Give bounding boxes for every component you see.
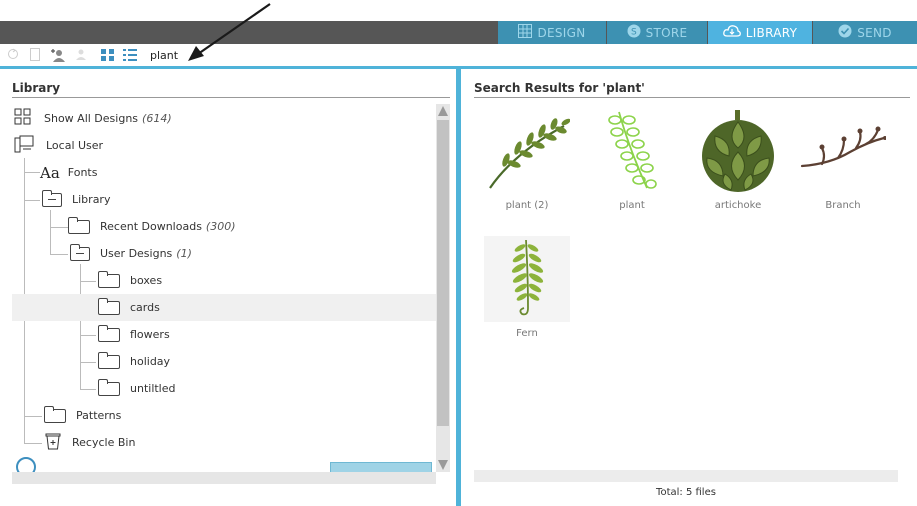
tree-item-label: Local User xyxy=(46,139,104,152)
tree-item-library[interactable]: Library xyxy=(12,186,436,213)
plant-outline-icon xyxy=(608,111,657,189)
tab-store-label: STORE xyxy=(645,25,688,40)
tab-send-label: SEND xyxy=(857,25,892,40)
scroll-up-icon[interactable] xyxy=(438,106,448,116)
folder-open-icon xyxy=(70,243,90,261)
tree-item-recent-downloads[interactable]: Recent Downloads (300) xyxy=(12,213,436,240)
result-thumbnail[interactable] xyxy=(484,108,570,194)
font-aa-icon: Aa xyxy=(40,163,60,182)
result-item-artichoke[interactable]: artichoke xyxy=(695,108,781,211)
cloud-icon xyxy=(722,24,741,41)
library-tree: Show All Designs (614) Local User Aa Fon… xyxy=(12,104,436,472)
folder-icon xyxy=(98,351,120,369)
folder-icon xyxy=(98,270,120,288)
list-view-icon[interactable] xyxy=(122,47,138,63)
tree-item-label: untiltled xyxy=(130,382,176,395)
tab-design-label: DESIGN xyxy=(537,25,586,40)
tree-item-flowers[interactable]: flowers xyxy=(12,321,436,348)
folder-icon xyxy=(98,378,120,396)
branch-leaves-icon xyxy=(489,118,570,189)
show-all-grid-icon xyxy=(14,108,32,129)
panel-divider[interactable] xyxy=(456,69,461,506)
result-name: Fern xyxy=(516,328,538,339)
folder-icon xyxy=(44,405,66,423)
tree-item-boxes[interactable]: boxes xyxy=(12,267,436,294)
result-item-plant[interactable]: plant xyxy=(589,108,675,211)
tree-item-label: holiday xyxy=(130,355,171,368)
library-title-rule xyxy=(12,97,450,98)
tree-item-label: Library xyxy=(72,193,111,206)
trash-icon xyxy=(44,432,62,453)
tree-item-local-user[interactable]: Local User xyxy=(12,132,436,159)
tree-item-label: boxes xyxy=(130,274,163,287)
tree-item-label: Fonts xyxy=(67,166,98,179)
tree-item-count: (614) xyxy=(142,112,172,125)
new-document-icon[interactable] xyxy=(28,48,42,62)
result-item-plant-2[interactable]: plant (2) xyxy=(484,108,570,211)
folder-open-icon xyxy=(42,189,62,207)
tree-item-label: flowers xyxy=(130,328,170,341)
library-scrollbar[interactable] xyxy=(436,104,450,472)
sync-icon[interactable] xyxy=(6,48,20,62)
tree-item-fonts[interactable]: Aa Fonts xyxy=(12,159,436,186)
tree-item-label: cards xyxy=(130,301,160,314)
fern-icon xyxy=(511,239,544,316)
tree-item-cards[interactable]: cards xyxy=(12,294,436,321)
top-bar: DESIGN S STORE LIBRARY SEND xyxy=(0,0,917,44)
computer-icon xyxy=(14,135,34,156)
folder-icon xyxy=(98,297,120,315)
tree-item-patterns[interactable]: Patterns xyxy=(12,402,436,429)
tab-design[interactable]: DESIGN xyxy=(498,21,606,44)
result-item-branch[interactable]: Branch xyxy=(800,108,886,211)
folder-icon xyxy=(68,216,90,234)
search-results-grid: plant (2) plant artichoke Branch Fern xyxy=(474,104,898,470)
user-icon[interactable] xyxy=(74,48,88,62)
results-panel-title: Search Results for 'plant' xyxy=(474,81,645,95)
tree-item-count: (300) xyxy=(205,220,236,233)
tree-item-label: Show All Designs xyxy=(44,112,139,125)
tab-store[interactable]: S STORE xyxy=(607,21,707,44)
artichoke-icon xyxy=(702,110,774,192)
results-horizontal-scroll[interactable] xyxy=(474,470,898,482)
tab-library-label: LIBRARY xyxy=(745,25,798,40)
check-circle-icon xyxy=(838,24,852,41)
scroll-down-icon[interactable] xyxy=(438,460,448,470)
folder-icon xyxy=(98,324,120,342)
tree-item-show-all[interactable]: Show All Designs (614) xyxy=(12,105,436,132)
result-name: plant xyxy=(619,200,645,211)
results-title-rule xyxy=(474,97,910,98)
tree-item-user-designs[interactable]: User Designs (1) xyxy=(12,240,436,267)
result-thumbnail[interactable] xyxy=(589,108,675,194)
results-total: Total: 5 files xyxy=(656,487,716,498)
tree-item-holiday[interactable]: holiday xyxy=(12,348,436,375)
result-thumbnail[interactable] xyxy=(484,236,570,322)
tree-item-label: User Designs xyxy=(100,247,173,260)
result-thumbnail[interactable] xyxy=(800,108,886,194)
tree-item-untitled[interactable]: untiltled xyxy=(12,375,436,402)
scrollbar-thumb[interactable] xyxy=(437,120,449,426)
result-item-fern[interactable]: Fern xyxy=(484,236,570,339)
library-panel-title: Library xyxy=(12,81,61,95)
search-input[interactable]: plant xyxy=(150,49,178,62)
branch-icon xyxy=(800,126,886,168)
store-s-icon: S xyxy=(627,24,641,41)
library-horizontal-scroll[interactable] xyxy=(12,472,436,484)
tab-send[interactable]: SEND xyxy=(813,21,917,44)
result-name: plant (2) xyxy=(505,200,549,211)
svg-text:S: S xyxy=(631,28,637,38)
result-thumbnail[interactable] xyxy=(695,108,781,194)
add-user-icon[interactable] xyxy=(50,48,65,62)
tree-item-label: Recycle Bin xyxy=(72,436,136,449)
grid-icon xyxy=(518,24,533,41)
result-name: artichoke xyxy=(714,200,762,211)
grid-view-icon[interactable] xyxy=(100,47,116,63)
tab-library[interactable]: LIBRARY xyxy=(708,21,812,44)
library-toolbar: plant xyxy=(0,44,917,66)
tree-item-label: Recent Downloads xyxy=(100,220,202,233)
cloud-user-icon xyxy=(14,456,38,472)
result-name: Branch xyxy=(825,200,861,211)
tree-item-recycle-bin[interactable]: Recycle Bin xyxy=(12,429,436,456)
tree-item-label: Patterns xyxy=(76,409,122,422)
tree-item-count: (1) xyxy=(176,247,192,260)
